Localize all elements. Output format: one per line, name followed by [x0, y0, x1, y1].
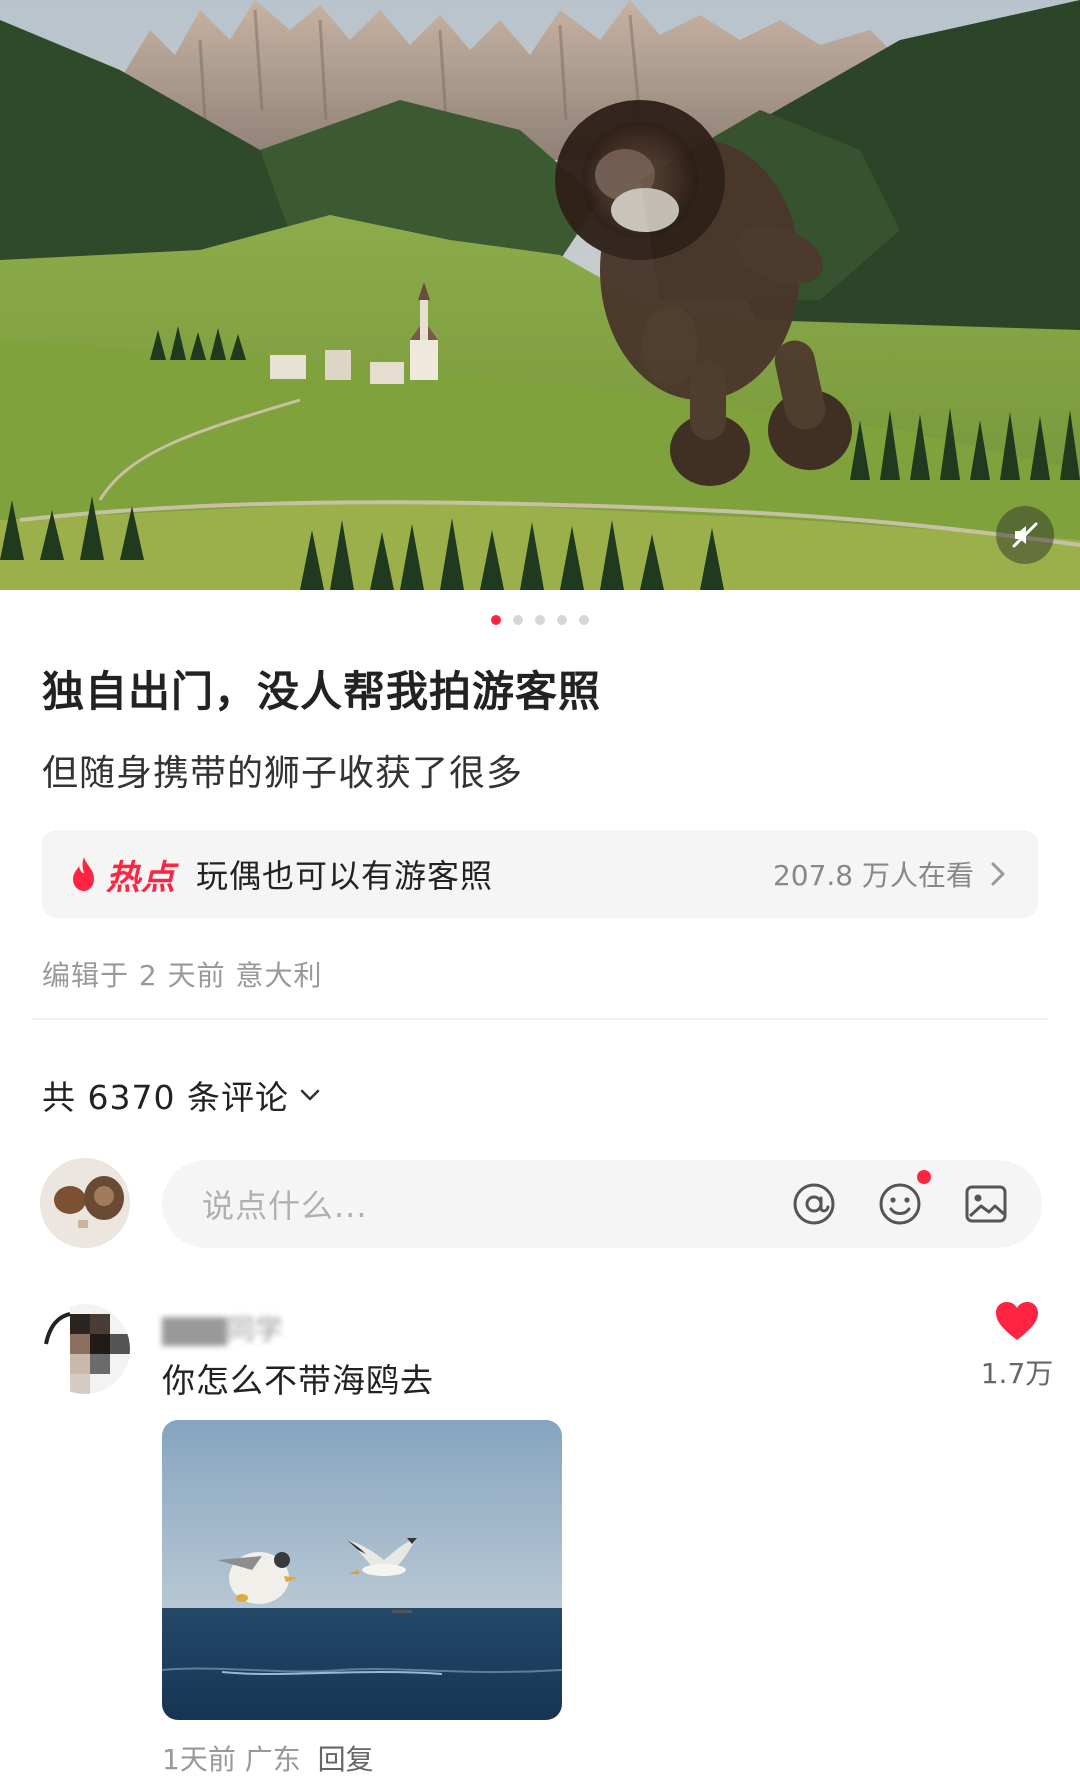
emoji-notification-dot	[917, 1170, 931, 1184]
comment-count-label: 共 6370 条评论	[42, 1078, 289, 1117]
comment-text: 你怎么不带海鸥去	[162, 1361, 434, 1400]
landscape-photo	[0, 0, 1080, 590]
post-description: 但随身携带的狮子收获了很多	[42, 753, 524, 794]
hot-topic-title: 玩偶也可以有游客照	[196, 857, 494, 895]
avatar-image	[40, 1158, 130, 1248]
mention-at-icon[interactable]	[790, 1180, 838, 1228]
heart-icon	[996, 1302, 1038, 1340]
comment-count-toggle[interactable]: 共 6370 条评论	[42, 1071, 321, 1119]
carousel-dot	[557, 615, 567, 625]
post-image-carousel[interactable]	[0, 0, 1080, 590]
avatar-image	[40, 1304, 130, 1394]
chevron-down-icon	[300, 1089, 320, 1101]
divider	[32, 1018, 1048, 1020]
comment-like-count: 1.7万	[980, 1357, 1054, 1390]
comment-input-placeholder: 说点什么...	[202, 1187, 368, 1225]
carousel-dot	[579, 615, 589, 625]
carousel-indicator	[0, 615, 1080, 625]
my-avatar[interactable]	[40, 1158, 130, 1248]
post-edit-meta: 编辑于 2 天前 意大利	[42, 959, 323, 992]
mute-button[interactable]	[996, 506, 1054, 564]
comment-meta: 1天前 广东 回复	[162, 1738, 374, 1778]
comment-like-button[interactable]: 1.7万	[974, 1300, 1060, 1392]
hot-badge: 热点	[106, 857, 176, 898]
flame-icon	[73, 857, 94, 891]
comment-time-location: 1天前 广东	[162, 1743, 301, 1776]
hot-topic-views: 207.8 万人在看	[772, 859, 974, 892]
carousel-dot	[535, 615, 545, 625]
commenter-username[interactable]: ▇▇▇同学	[162, 1308, 283, 1348]
comment-input[interactable]: 说点什么...	[162, 1160, 1042, 1248]
comment-image[interactable]	[162, 1420, 562, 1720]
image-icon[interactable]	[962, 1180, 1010, 1228]
chevron-right-icon	[991, 862, 1005, 886]
carousel-dot	[513, 615, 523, 625]
carousel-dot-active	[491, 615, 501, 625]
speaker-muted-icon	[1012, 522, 1038, 548]
reply-button[interactable]: 回复	[318, 1743, 374, 1776]
emoji-icon[interactable]	[876, 1180, 924, 1228]
hot-topic-card[interactable]: 热点 玩偶也可以有游客照 207.8 万人在看	[42, 830, 1038, 918]
seagull-photo	[162, 1420, 562, 1720]
post-title: 独自出门，没人帮我拍游客照	[42, 667, 602, 716]
commenter-avatar[interactable]	[40, 1304, 130, 1394]
